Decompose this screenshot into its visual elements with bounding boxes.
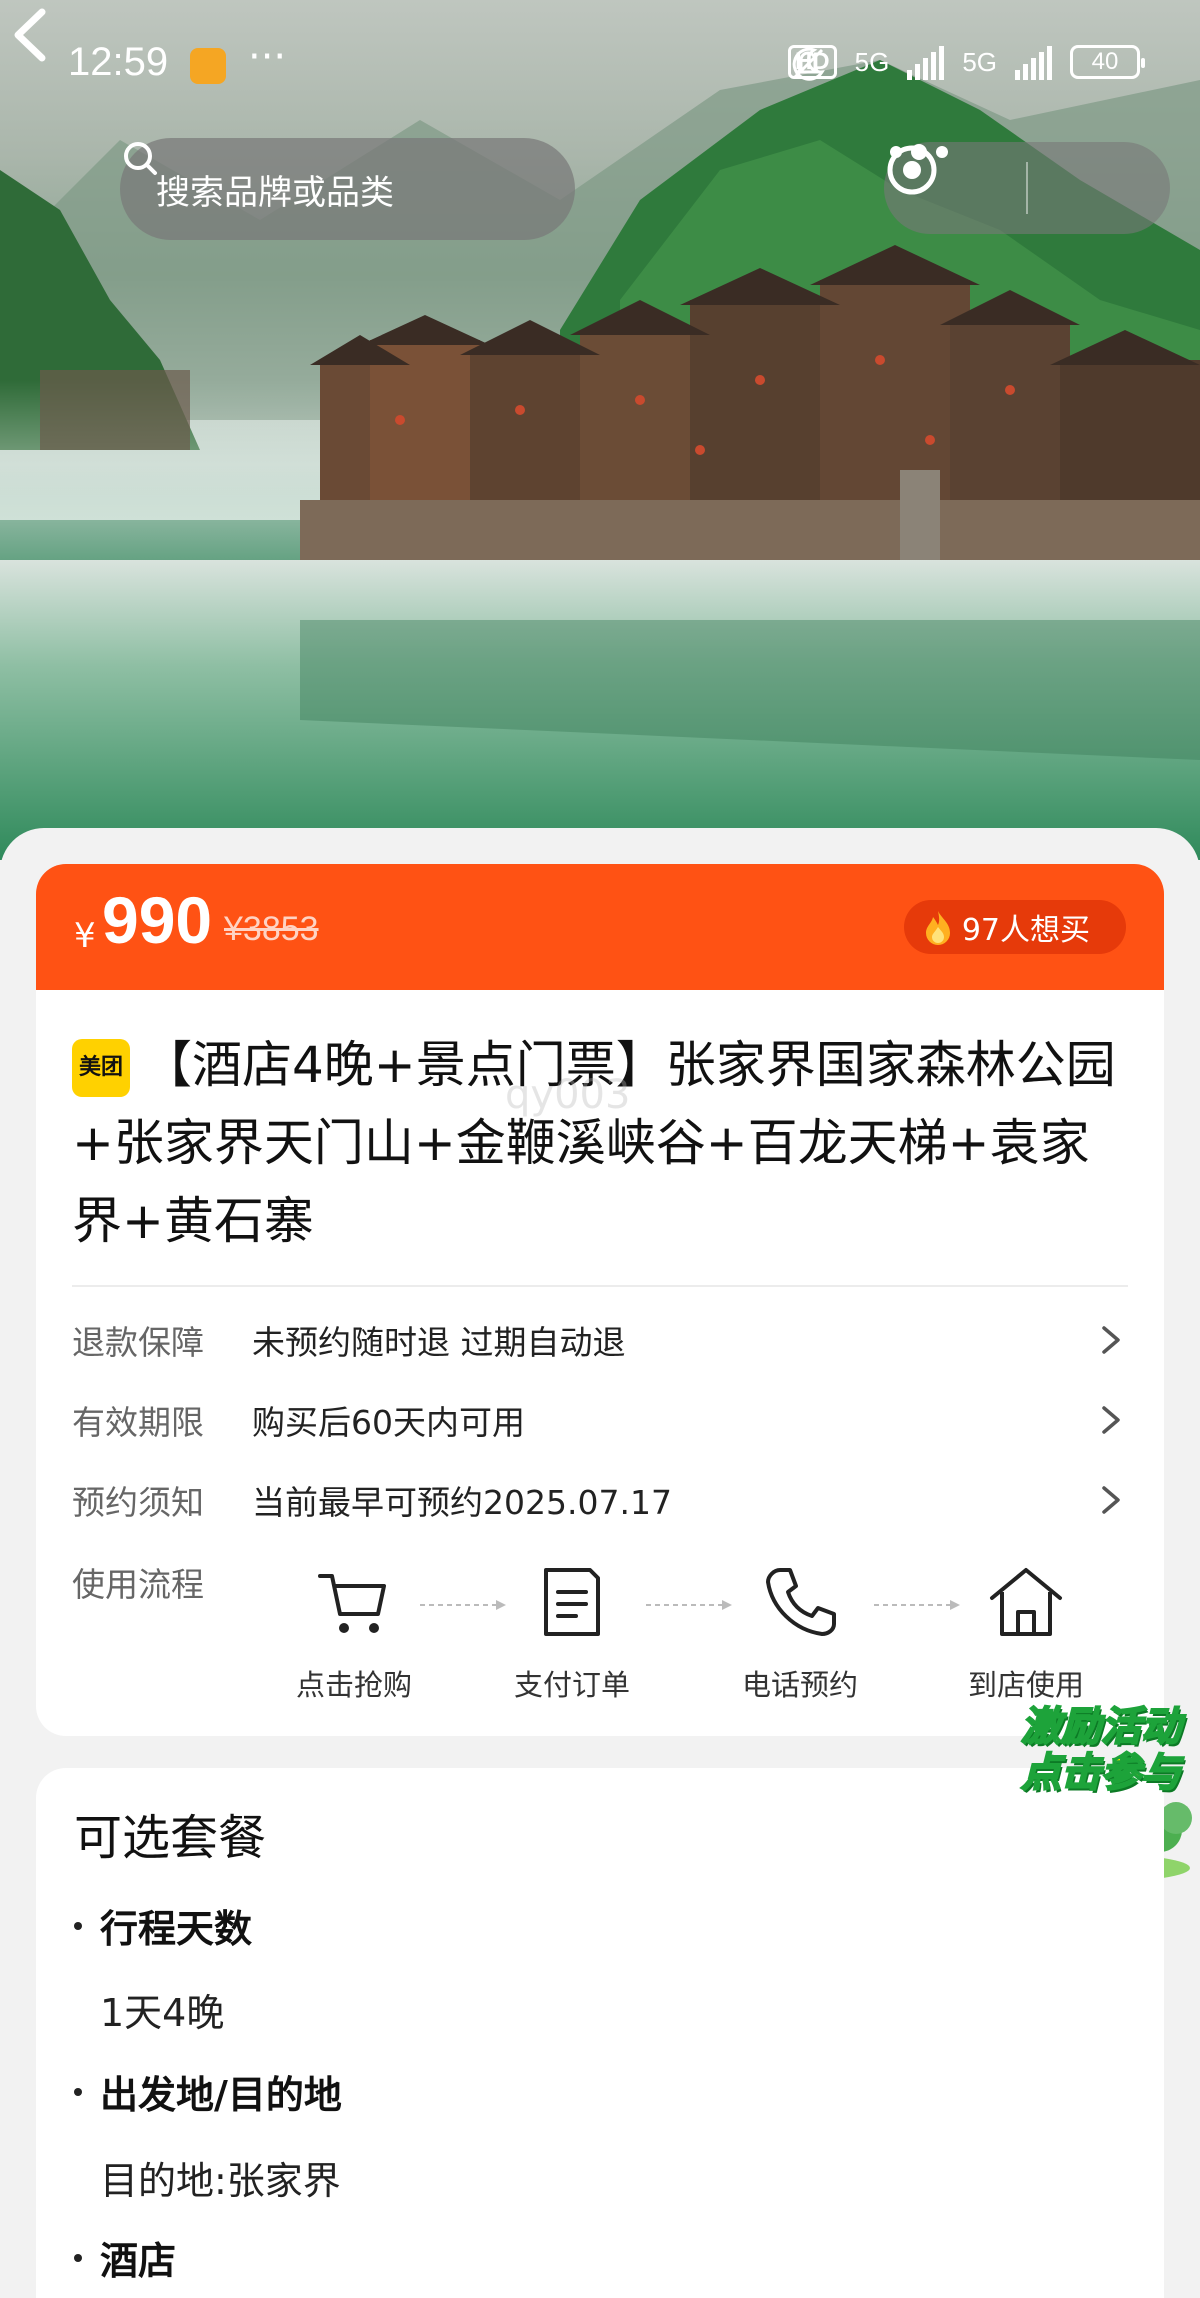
flow-step-label: 点击抢购 (295, 1668, 412, 1702)
spec-name: 行程天数 (100, 1907, 253, 1951)
hero-image: 12:59 ··· HD 5G 5G 40 搜索品牌或品类 (0, 0, 1200, 860)
bullet (74, 2088, 82, 2096)
refund-value: 未预约随时退 过期自动退 (252, 1323, 626, 1362)
battery-icon: 40 (1070, 45, 1145, 79)
want-count-badge: 97人想买 (903, 900, 1126, 954)
spec-days-value[interactable]: 1天4晚 (100, 1982, 224, 2037)
spec-hotel: 酒店 (74, 2230, 176, 2285)
validity-row[interactable]: 有效期限 购买后60天内可用 (72, 1390, 1128, 1450)
spec-value: 目的地:张家界 (100, 2159, 341, 2203)
signal-b-label: 5G (962, 46, 997, 77)
mini-program-capsule (884, 142, 1170, 234)
package-options-card: 可选套餐 行程天数 1天4晚 出发地/目的地 目的地:张家界 酒店 (36, 1768, 1164, 2298)
divider (72, 1285, 1128, 1287)
price-bar: ¥ 990 ¥3853 97人想买 (36, 864, 1164, 994)
refund-label: 退款保障 (72, 1323, 204, 1362)
cart-icon (318, 1574, 386, 1633)
flow-step-visit: 到店使用 (936, 1562, 1116, 1704)
chevron-right-icon (1102, 1406, 1120, 1434)
product-title-text: 【酒店4晚+景点门票】张家界国家森林公园+张家界天门山+金鞭溪峡谷+百龙天梯+袁… (72, 1036, 1116, 1250)
flow-label: 使用流程 (72, 1565, 204, 1604)
status-time: 12:59 (68, 40, 169, 84)
flow-step-buy: 点击抢购 (264, 1562, 444, 1704)
booking-notice-value: 当前最早可预约2025.07.17 (252, 1483, 672, 1522)
meituan-logo: 美团 (72, 1039, 130, 1097)
booking-notice-label: 预约须知 (72, 1483, 204, 1522)
status-bar: 12:59 ··· HD 5G 5G 40 (0, 0, 1200, 130)
booking-notice-row[interactable]: 预约须知 当前最早可预约2025.07.17 (72, 1470, 1128, 1530)
spec-name: 酒店 (100, 2239, 177, 2283)
original-price: ¥3853 (224, 910, 319, 948)
promo-line-2: 点击参与 (1020, 1749, 1182, 1797)
flame-icon (925, 911, 950, 945)
spec-value: 1天4晚 (100, 1991, 225, 2035)
flow-step-label: 支付订单 (513, 1668, 630, 1702)
flow-step-pay: 支付订单 (482, 1562, 662, 1704)
status-more: ··· (248, 34, 287, 80)
product-title: 美团 【酒店4晚+景点门票】张家界国家森林公园+张家界天门山+金鞭溪峡谷+百龙天梯… (72, 1026, 1132, 1260)
validity-value: 购买后60天内可用 (252, 1403, 525, 1442)
order-icon (544, 1568, 600, 1636)
mute-bell-icon (792, 48, 824, 80)
refund-row[interactable]: 退款保障 未预约随时退 过期自动退 (72, 1310, 1128, 1370)
bullet (74, 2254, 82, 2262)
current-price: 990 (102, 883, 213, 957)
app-notification-icon (190, 48, 226, 84)
chevron-right-icon (1102, 1486, 1120, 1514)
search-icon (124, 142, 157, 175)
close-program-button[interactable] (887, 142, 1170, 234)
package-options-title: 可选套餐 (74, 1810, 267, 1866)
bullet (74, 1922, 82, 1930)
spec-name: 出发地/目的地 (100, 2073, 342, 2117)
search-placeholder: 搜索品牌或品类 (156, 172, 394, 213)
incentive-activity-button[interactable]: 激励活动 点击参与 (1000, 1690, 1200, 1890)
spec-destination: 出发地/目的地 (74, 2064, 342, 2119)
flow-step-call: 电话预约 (710, 1562, 890, 1704)
watermark: qy003 (505, 1072, 631, 1118)
signal-a-label: 5G (854, 46, 890, 77)
signal-icon-2 (1015, 44, 1052, 80)
phone-icon (766, 1568, 836, 1636)
home-icon (990, 1568, 1062, 1636)
back-icon[interactable] (0, 0, 60, 70)
search-input[interactable]: 搜索品牌或品类 (120, 138, 575, 240)
spec-days: 行程天数 (74, 1898, 252, 1953)
validity-label: 有效期限 (72, 1403, 204, 1442)
currency-symbol: ¥ (74, 916, 96, 956)
flow-step-label: 电话预约 (741, 1668, 858, 1702)
want-count-text: 97人想买 (961, 913, 1090, 948)
spec-destination-value[interactable]: 目的地:张家界 (100, 2150, 341, 2205)
target-close-icon (887, 145, 937, 195)
signal-icon (907, 44, 945, 80)
chevron-right-icon (1102, 1326, 1120, 1354)
